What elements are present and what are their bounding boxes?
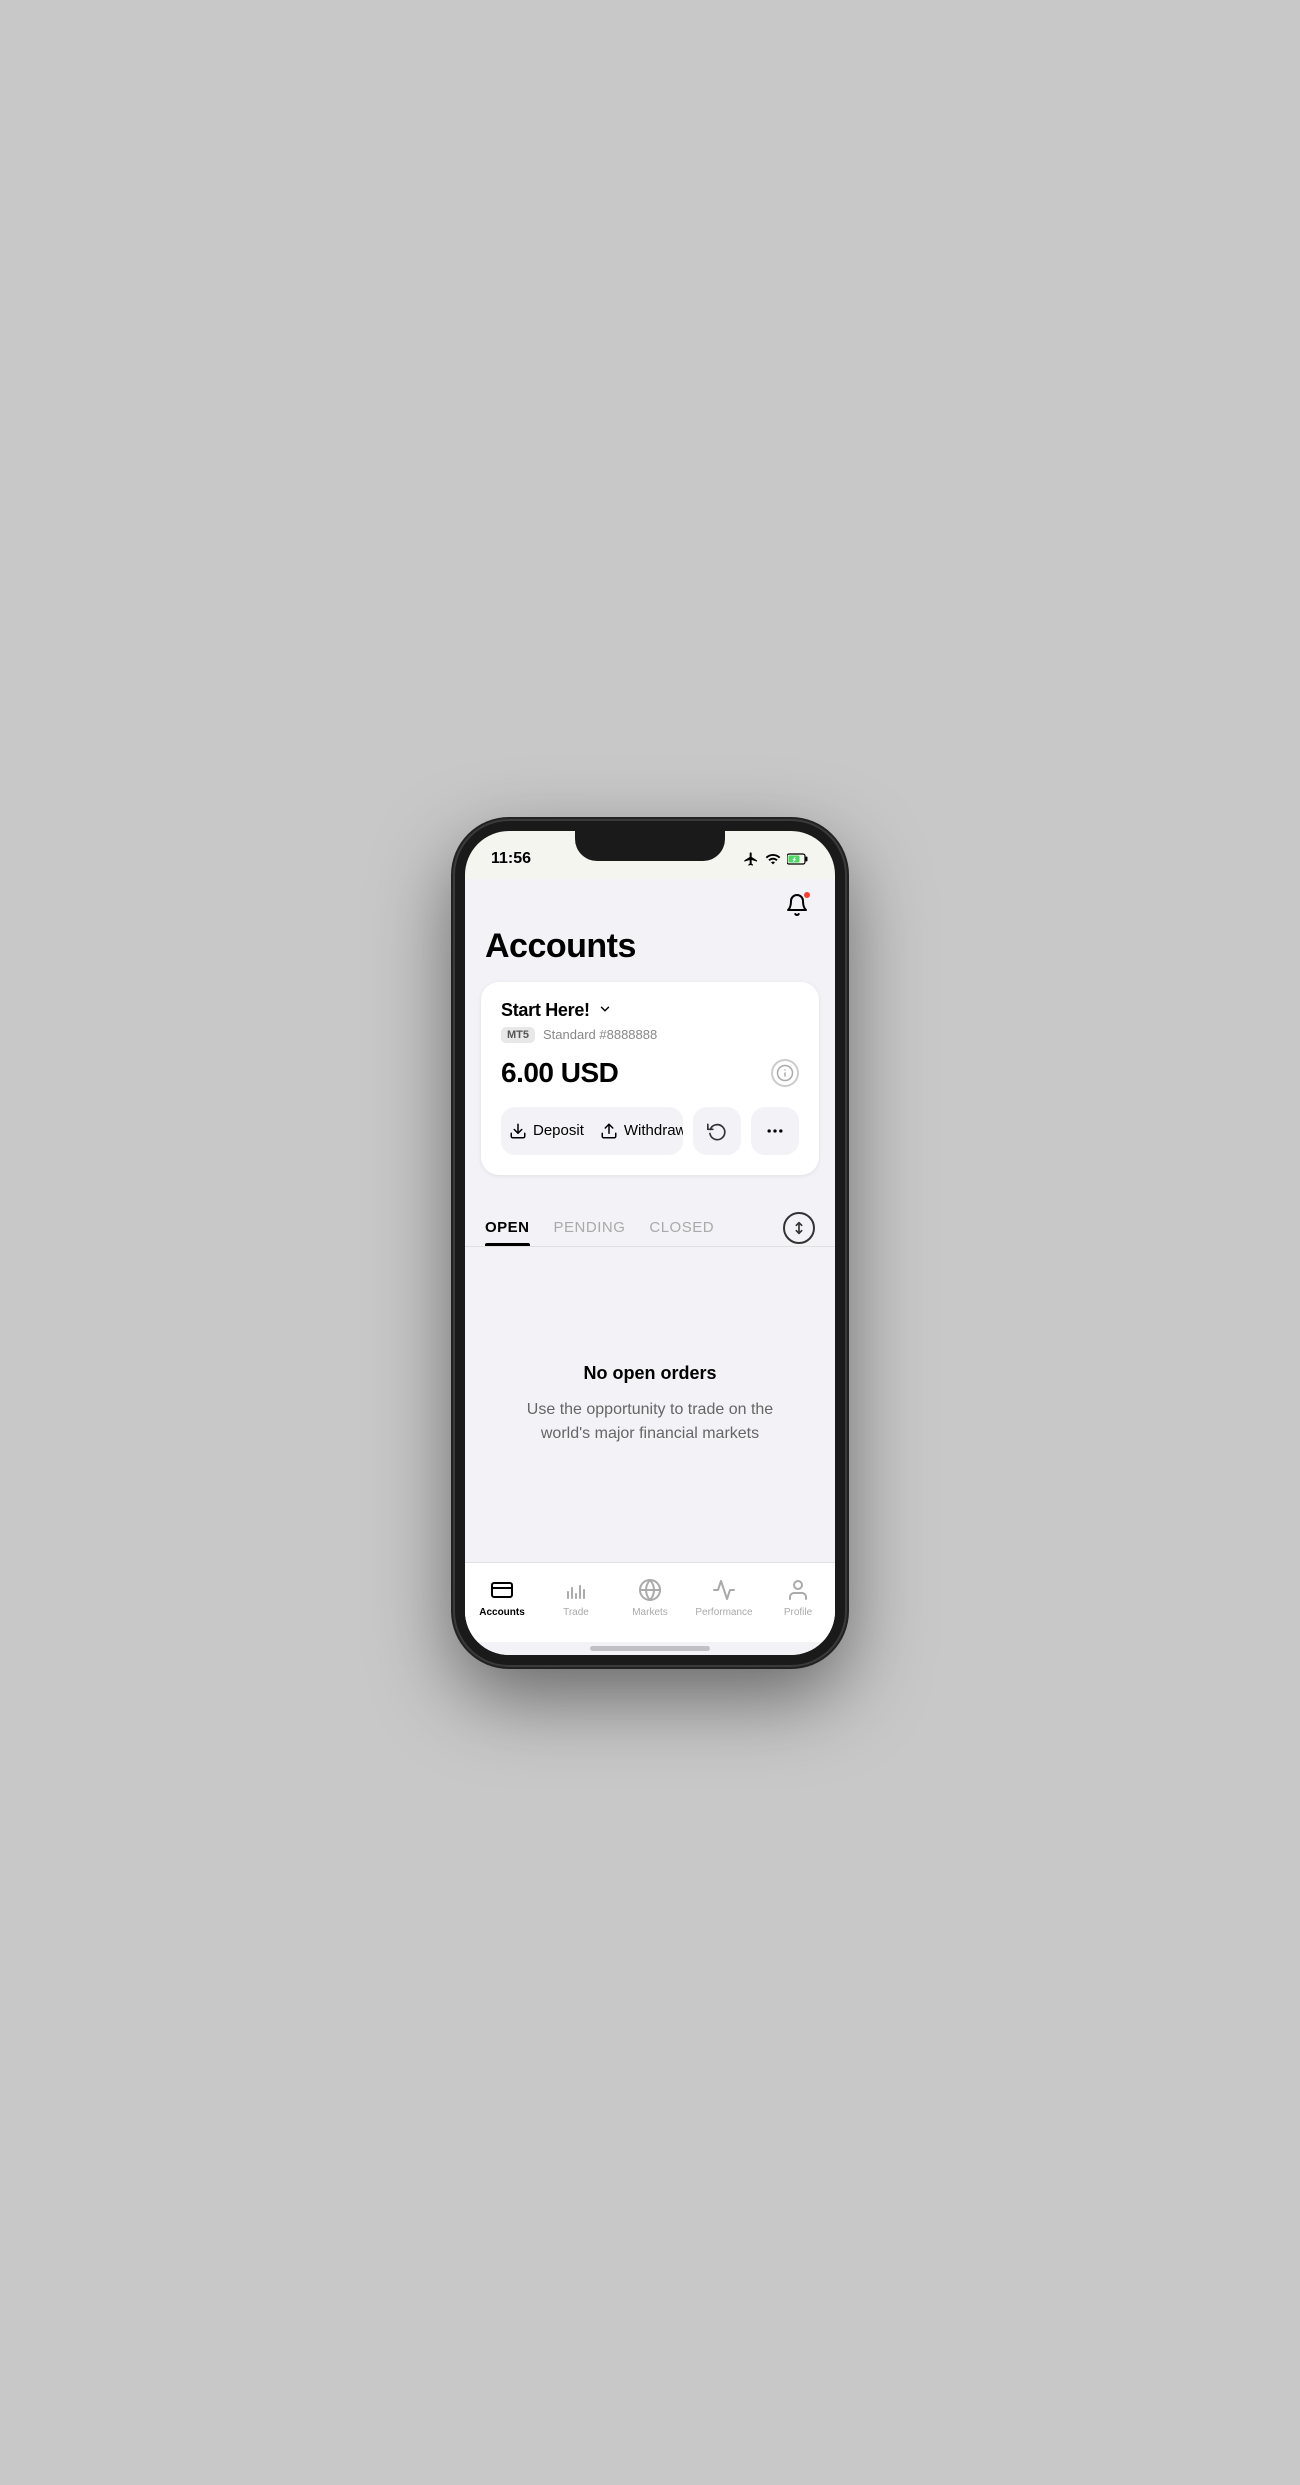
markets-nav-label: Markets <box>632 1607 668 1618</box>
withdraw-icon <box>600 1122 618 1140</box>
nav-item-profile[interactable]: Profile <box>761 1573 835 1622</box>
deposit-withdraw-group: Deposit Withdraw <box>501 1107 683 1155</box>
battery-icon <box>787 853 809 865</box>
empty-state: No open orders Use the opportunity to tr… <box>465 1247 835 1562</box>
performance-nav-icon <box>711 1577 737 1603</box>
wifi-icon <box>765 851 781 867</box>
performance-nav-label: Performance <box>695 1607 752 1618</box>
notch <box>575 831 725 861</box>
deposit-icon <box>509 1122 527 1140</box>
account-name-row: Start Here! <box>501 1000 799 1021</box>
home-indicator <box>590 1646 710 1651</box>
status-time: 11:56 <box>491 850 531 868</box>
status-icons <box>743 851 809 867</box>
empty-subtitle: Use the opportunity to trade on the worl… <box>505 1398 795 1446</box>
airplane-icon <box>743 851 759 867</box>
deposit-button[interactable]: Deposit <box>501 1107 592 1155</box>
tab-open[interactable]: OPEN <box>485 1211 530 1246</box>
sort-icon <box>791 1220 807 1236</box>
phone-frame: 11:56 <box>455 821 845 1665</box>
account-meta: MT5 Standard #8888888 <box>501 1027 799 1043</box>
tabs-section: OPEN PENDING CLOSED <box>465 1191 835 1247</box>
balance-row: 6.00 USD <box>501 1057 799 1089</box>
trade-nav-icon <box>563 1577 589 1603</box>
screen: Accounts Start Here! MT5 Standard #88888… <box>465 879 835 1655</box>
more-icon <box>765 1121 785 1141</box>
profile-nav-icon <box>785 1577 811 1603</box>
profile-nav-label: Profile <box>784 1607 812 1618</box>
nav-item-accounts[interactable]: Accounts <box>465 1573 539 1622</box>
account-number: Standard #8888888 <box>543 1027 657 1042</box>
history-button[interactable] <box>693 1107 741 1155</box>
nav-item-markets[interactable]: Markets <box>613 1573 687 1622</box>
nav-item-performance[interactable]: Performance <box>687 1573 761 1622</box>
deposit-label: Deposit <box>533 1122 584 1139</box>
page-title: Accounts <box>465 923 835 982</box>
nav-item-trade[interactable]: Trade <box>539 1573 613 1622</box>
action-buttons: Deposit Withdraw <box>501 1107 799 1155</box>
empty-title: No open orders <box>583 1363 716 1384</box>
bottom-nav: Accounts Trade <box>465 1562 835 1642</box>
withdraw-label: Withdraw <box>624 1122 683 1139</box>
account-card: Start Here! MT5 Standard #8888888 6.00 U… <box>481 982 819 1175</box>
accounts-nav-label: Accounts <box>479 1607 525 1618</box>
account-name: Start Here! <box>501 1000 590 1021</box>
chevron-down-icon[interactable] <box>598 1002 612 1019</box>
tab-pending[interactable]: PENDING <box>554 1211 626 1246</box>
tab-closed[interactable]: CLOSED <box>649 1211 714 1246</box>
mt5-badge: MT5 <box>501 1027 535 1043</box>
info-icon[interactable] <box>771 1059 799 1087</box>
sort-button[interactable] <box>783 1212 815 1244</box>
trade-nav-label: Trade <box>563 1607 589 1618</box>
notification-dot <box>803 891 811 899</box>
markets-nav-icon <box>637 1577 663 1603</box>
tabs: OPEN PENDING CLOSED <box>485 1211 783 1246</box>
balance-amount: 6.00 USD <box>501 1057 618 1089</box>
more-options-button[interactable] <box>751 1107 799 1155</box>
history-icon <box>707 1121 727 1141</box>
accounts-nav-icon <box>489 1577 515 1603</box>
header-actions <box>465 879 835 923</box>
withdraw-button[interactable]: Withdraw <box>592 1107 683 1155</box>
notification-bell[interactable] <box>779 887 815 923</box>
